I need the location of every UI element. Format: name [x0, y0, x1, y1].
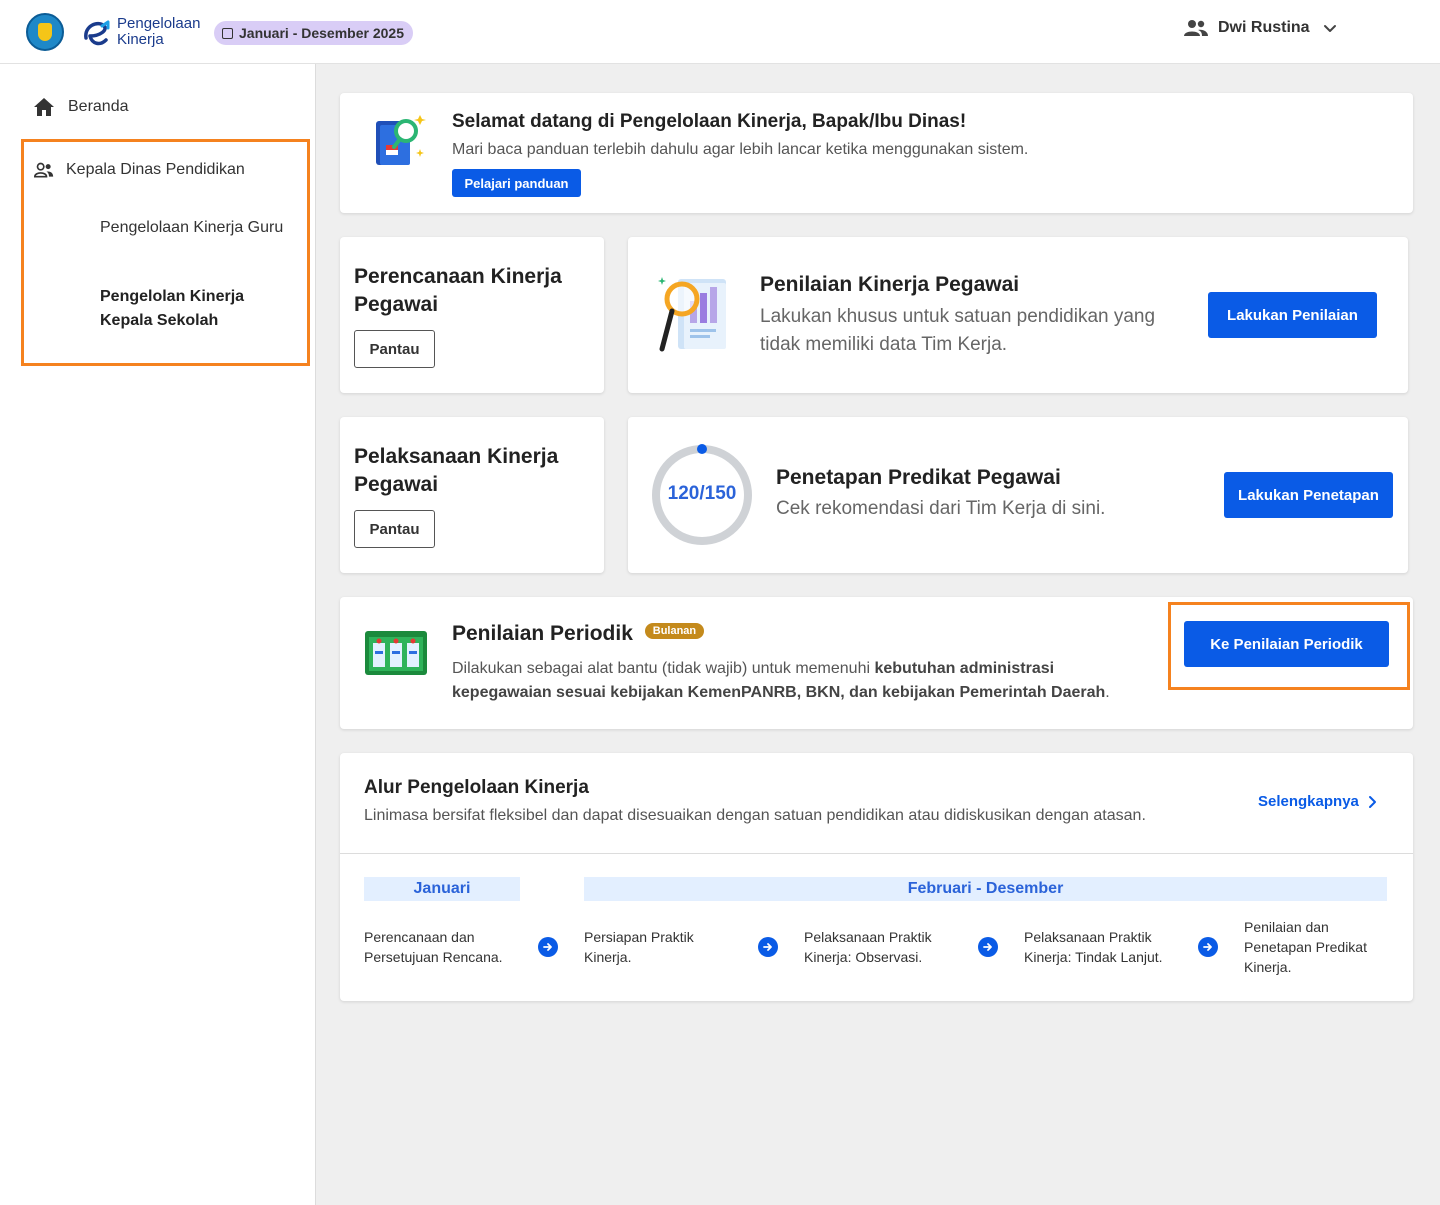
pantau-perencanaan-button[interactable]: Pantau: [354, 330, 435, 368]
sidebar-item-beranda[interactable]: Beranda: [34, 98, 129, 116]
users-icon: [1184, 20, 1208, 36]
sidebar-highlight-box: Kepala Dinas Pendidikan Pengelolaan Kine…: [21, 139, 310, 366]
step-3: Pelaksanaan Praktik Kinerja: Observasi.: [804, 929, 932, 965]
chevron-right-icon: [1368, 795, 1376, 808]
step-2: Persiapan Praktik Kinerja.: [584, 929, 694, 965]
bulanan-badge: Bulanan: [644, 623, 705, 640]
sidebar: Beranda Kepala Dinas Pendidikan Pengelol…: [0, 64, 316, 1205]
periodik-description-end: .: [1105, 684, 1110, 701]
selengkapnya-label: Selengkapnya: [1258, 793, 1359, 810]
alur-title: Alur Pengelolaan Kinerja: [364, 777, 589, 798]
penilaian-description: Lakukan khusus untuk satuan pendidikan y…: [760, 306, 1156, 355]
arrow-right-icon: [758, 937, 778, 957]
penetapan-description: Cek rekomendasi dari Tim Kerja di sini.: [776, 498, 1106, 519]
month-januari: Januari: [364, 877, 520, 901]
sidebar-group-label: Kepala Dinas Pendidikan: [66, 161, 245, 178]
sidebar-item-label: Beranda: [68, 98, 129, 115]
pengelolaan-kinerja-logo-icon: [84, 20, 110, 46]
arrow-right-icon: [538, 937, 558, 957]
brand-name[interactable]: Pengelolaan Kinerja: [117, 16, 200, 48]
lakukan-penetapan-button[interactable]: Lakukan Penetapan: [1224, 472, 1393, 518]
calendar-board-icon: [365, 631, 427, 675]
sidebar-item-kinerja-guru[interactable]: Pengelolaan Kinerja Guru: [100, 216, 290, 240]
users-icon: [34, 162, 54, 178]
alur-description: Linimasa bersifat fleksibel dan dapat di…: [364, 807, 1146, 824]
month-februari-desember: Februari - Desember: [584, 877, 1387, 901]
pantau-pelaksanaan-button[interactable]: Pantau: [354, 510, 435, 548]
perencanaan-card: Perencanaan Kinerja Pegawai Pantau: [340, 237, 604, 393]
period-chip[interactable]: Januari - Desember 2025: [214, 21, 413, 45]
sidebar-group-kepala-dinas[interactable]: Kepala Dinas Pendidikan: [34, 161, 245, 179]
guide-book-icon: [376, 115, 426, 165]
periodik-description: Dilakukan sebagai alat bantu (tidak waji…: [452, 657, 1132, 705]
chevron-down-icon: [1323, 25, 1336, 32]
step-1: Perencanaan dan Persetujuan Rencana.: [364, 929, 503, 965]
progress-indicator-dot: [697, 444, 707, 454]
pelajari-panduan-button[interactable]: Pelajari panduan: [452, 169, 581, 197]
home-icon: [34, 98, 54, 116]
ke-penilaian-periodik-button[interactable]: Ke Penilaian Periodik: [1184, 621, 1389, 667]
divider: [340, 853, 1413, 854]
periodik-title: Penilaian Periodik: [452, 622, 633, 645]
periodik-description-text: Dilakukan sebagai alat bantu (tidak waji…: [452, 660, 875, 677]
top-bar: Pengelolaan Kinerja Januari - Desember 2…: [0, 0, 1440, 64]
user-menu[interactable]: Dwi Rustina: [1184, 18, 1340, 38]
pelaksanaan-title: Pelaksanaan Kinerja Pegawai: [354, 445, 559, 496]
periodik-title-row: Penilaian Periodik Bulanan: [452, 622, 705, 646]
alur-card: Alur Pengelolaan Kinerja Linimasa bersif…: [340, 753, 1413, 1001]
step-5: Penilaian dan Penetapan Predikat Kinerja…: [1244, 919, 1367, 975]
arrow-right-icon: [1198, 937, 1218, 957]
period-label: Januari - Desember 2025: [239, 25, 404, 41]
penilaian-title: Penilaian Kinerja Pegawai: [760, 273, 1020, 296]
penetapan-title: Penetapan Predikat Pegawai: [776, 466, 1061, 489]
brand-line2: Kinerja: [117, 31, 164, 48]
welcome-description: Mari baca panduan terlebih dahulu agar l…: [452, 141, 1029, 158]
report-magnifier-icon: [658, 277, 726, 352]
lakukan-penilaian-button[interactable]: Lakukan Penilaian: [1208, 292, 1377, 338]
arrow-right-icon: [978, 937, 998, 957]
progress-text: 120/150: [667, 483, 737, 504]
calendar-icon: [222, 27, 233, 39]
pelaksanaan-card: Pelaksanaan Kinerja Pegawai Pantau: [340, 417, 604, 573]
penetapan-card: 120/150 Penetapan Predikat Pegawai Cek r…: [628, 417, 1408, 573]
tut-wuri-handayani-logo: [26, 13, 64, 51]
welcome-title: Selamat datang di Pengelolaan Kinerja, B…: [452, 111, 967, 132]
penilaian-card: Penilaian Kinerja Pegawai Lakukan khusus…: [628, 237, 1408, 393]
step-4: Pelaksanaan Praktik Kinerja: Tindak Lanj…: [1024, 929, 1163, 965]
welcome-card: Selamat datang di Pengelolaan Kinerja, B…: [340, 93, 1413, 213]
perencanaan-title: Perencanaan Kinerja Pegawai: [354, 265, 562, 316]
sidebar-item-kinerja-kepala-sekolah[interactable]: Pengelolan Kinerja Kepala Sekolah: [100, 285, 290, 333]
user-name: Dwi Rustina: [1218, 19, 1310, 36]
brand-line1: Pengelolaan: [117, 15, 201, 32]
selengkapnya-link[interactable]: Selengkapnya: [1258, 793, 1377, 810]
